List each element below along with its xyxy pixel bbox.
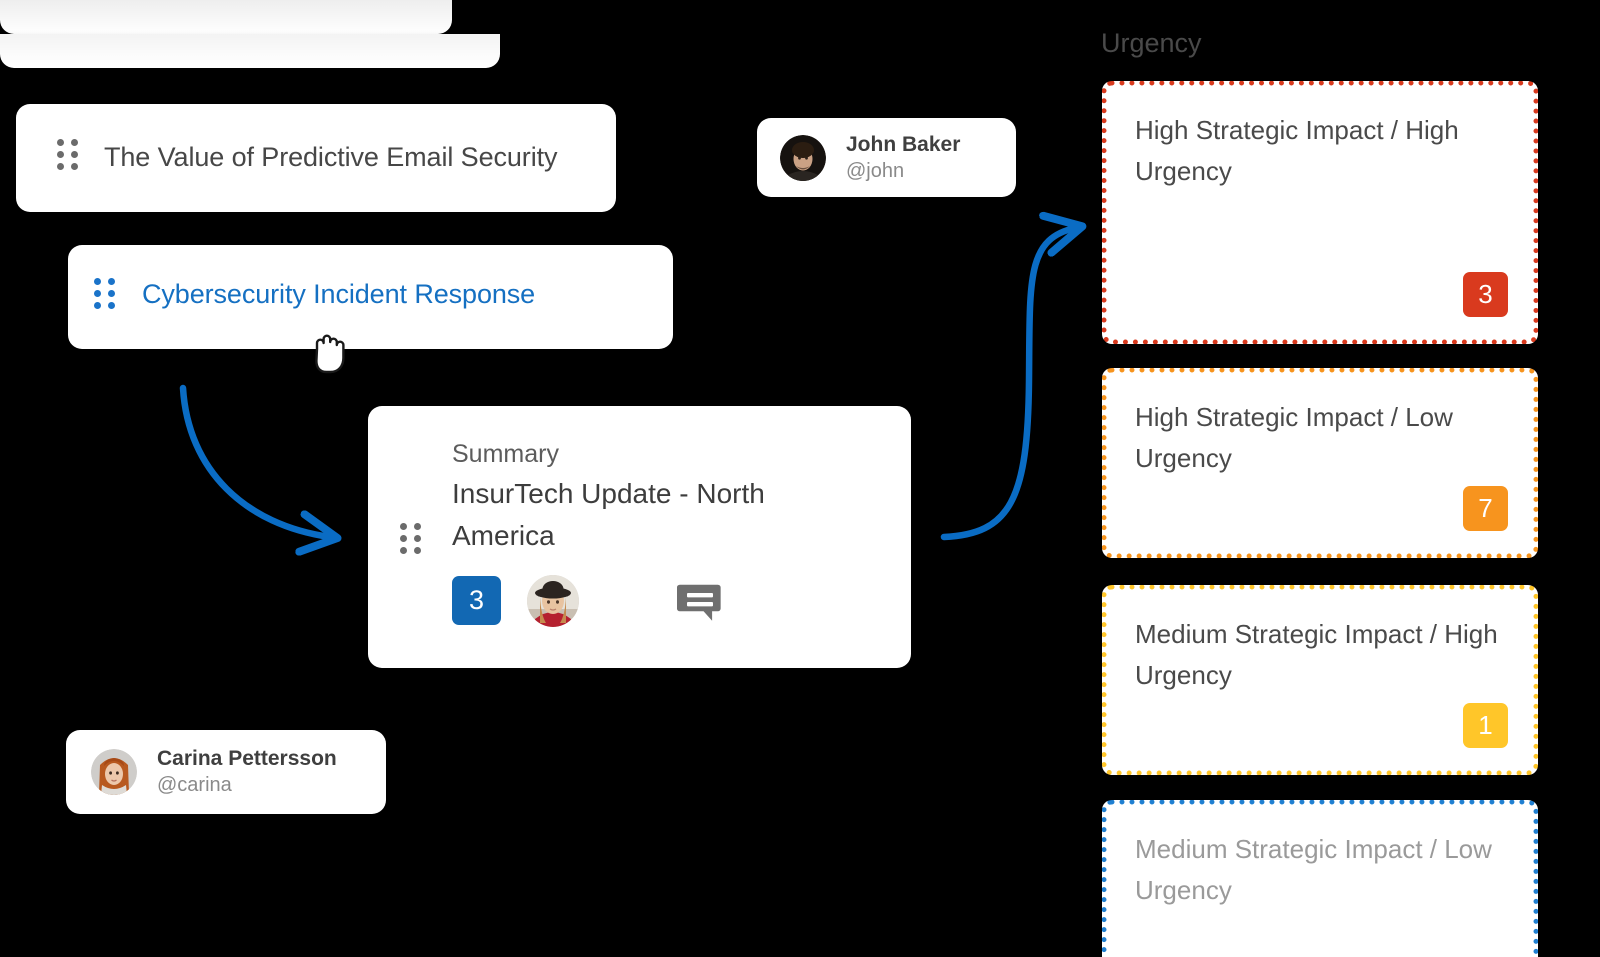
person-info: John Baker @john [846, 132, 960, 184]
urgency-card-medium-impact-low-urgency[interactable]: Medium Strategic Impact / Low Urgency [1102, 800, 1538, 957]
summary-card-stack-back [0, 0, 452, 34]
person-name: Carina Pettersson [157, 747, 337, 770]
urgency-card-title: Medium Strategic Impact / High Urgency [1135, 619, 1498, 690]
grab-hand-cursor [310, 327, 354, 379]
drag-handle-icon[interactable] [57, 139, 78, 170]
avatar [91, 749, 137, 795]
task-card-predictive-email-security[interactable]: The Value of Predictive Email Security [16, 104, 616, 212]
drag-handle-icon[interactable] [94, 278, 115, 309]
urgency-card-high-impact-low-urgency[interactable]: High Strategic Impact / Low Urgency 7 [1102, 368, 1538, 558]
urgency-card-high-impact-high-urgency[interactable]: High Strategic Impact / High Urgency 3 [1102, 81, 1538, 344]
urgency-column-heading: Urgency [1101, 28, 1202, 58]
task-card-cybersecurity-incident-response[interactable]: Cybersecurity Incident Response [68, 245, 673, 349]
summary-card-count-badge[interactable]: 3 [452, 576, 501, 625]
person-handle: @john [846, 159, 905, 182]
arrow-summary-to-urgency [940, 228, 1075, 541]
urgency-card-count-badge: 3 [1463, 272, 1508, 317]
person-handle: @carina [157, 774, 232, 796]
board-canvas: The Value of Predictive Email Security C… [0, 0, 1600, 957]
urgency-card-title: High Strategic Impact / Low Urgency [1135, 402, 1453, 473]
comment-icon[interactable] [676, 578, 725, 626]
arrow-task-to-summary [179, 384, 330, 537]
urgency-card-medium-impact-high-urgency[interactable]: Medium Strategic Impact / High Urgency 1 [1102, 585, 1538, 775]
urgency-card-count-badge: 1 [1463, 703, 1508, 748]
urgency-card-title: High Strategic Impact / High Urgency [1135, 115, 1459, 186]
person-card-carina-pettersson[interactable]: Carina Pettersson @carina [66, 730, 386, 814]
task-card-title: The Value of Predictive Email Security [104, 142, 558, 172]
person-card-john-baker[interactable]: John Baker @john [757, 118, 1016, 197]
avatar [780, 134, 826, 181]
summary-card-label: Summary [452, 440, 559, 468]
person-info: Carina Pettersson @carina [157, 746, 337, 798]
summary-card-stack-mid [0, 34, 500, 68]
summary-card-avatar[interactable] [527, 575, 579, 627]
drag-handle-icon[interactable] [400, 523, 421, 554]
task-card-title: Cybersecurity Incident Response [142, 279, 536, 309]
person-name: John Baker [846, 132, 961, 156]
summary-card-title: InsurTech Update - North America [452, 478, 765, 551]
urgency-card-title: Medium Strategic Impact / Low Urgency [1135, 834, 1492, 905]
urgency-card-count-badge: 7 [1463, 486, 1508, 531]
